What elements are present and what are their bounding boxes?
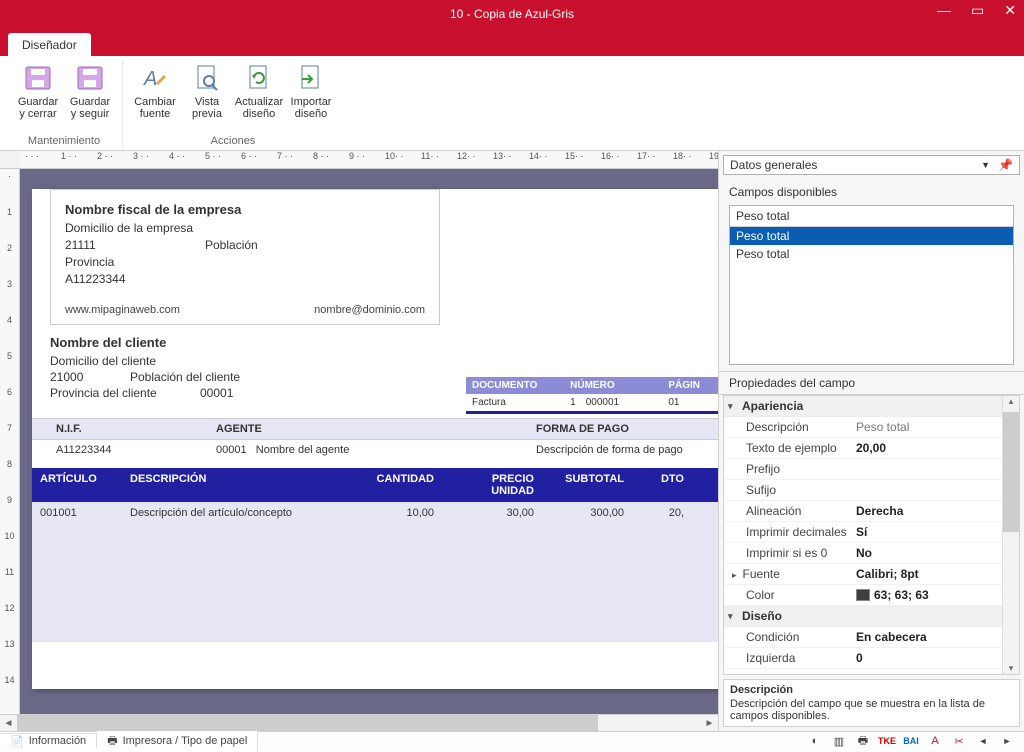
status-icon[interactable]: TKE (878, 734, 896, 748)
vertical-ruler[interactable]: ·1234567891011121314 (0, 169, 20, 714)
preview-button[interactable]: Vista previa (181, 60, 233, 122)
horizontal-scrollbar[interactable]: ◄ ► (0, 714, 718, 731)
company-email: nombre@dominio.com (314, 304, 425, 316)
company-name: Nombre fiscal de la empresa (65, 202, 425, 217)
document-icon: 📄 (10, 735, 24, 748)
properties-scrollbar[interactable] (1002, 396, 1019, 674)
save-continue-button[interactable]: Guardar y seguir (64, 60, 116, 122)
status-icon[interactable]: BAI (902, 734, 920, 748)
ribbon-group-mantenimiento: Mantenimiento (28, 135, 100, 150)
field-item[interactable]: Peso total (730, 227, 1013, 245)
properties-panel: Datos generales ▼ 📌 Campos disponibles P… (719, 151, 1024, 731)
scroll-right-icon[interactable]: ► (701, 718, 718, 729)
field-item[interactable]: Peso total (730, 245, 1013, 263)
ribbon-group-acciones: Acciones (211, 135, 256, 150)
property-description-box: Descripción Descripción del campo que se… (723, 679, 1020, 727)
ribbon: Guardar y cerrar Guardar y seguir Manten… (0, 56, 1024, 151)
tab-designer[interactable]: Diseñador (8, 33, 91, 56)
close-button[interactable]: ✕ (1000, 2, 1020, 19)
status-icon[interactable]: ▥ (830, 734, 848, 748)
chevron-right-icon[interactable]: ▸ (732, 570, 737, 580)
status-icon[interactable]: ✂ (950, 734, 968, 748)
properties-grid[interactable]: ▾Apariencia DescripciónPeso total Texto … (723, 395, 1020, 675)
document-header[interactable]: DOCUMENTO NÚMERO PÁGIN Factura 1000001 0… (466, 377, 718, 414)
status-tab-printer[interactable]: 🖶 Impresora / Tipo de papel (97, 730, 258, 752)
category-apariencia[interactable]: ▾Apariencia (724, 396, 1019, 417)
scroll-left-icon[interactable]: ◄ (0, 718, 17, 729)
canvas[interactable]: Nombre fiscal de la empresa Domicilio de… (20, 169, 718, 714)
window-title: 10 - Copia de Azul-Gris (450, 7, 574, 21)
save-continue-icon (74, 62, 106, 94)
fields-search-input[interactable]: Peso total (730, 206, 1013, 227)
report-page[interactable]: Nombre fiscal de la empresa Domicilio de… (32, 189, 718, 689)
import-icon (295, 62, 327, 94)
field-properties-title: Propiedades del campo (719, 371, 1024, 395)
change-font-button[interactable]: A Cambiar fuente (129, 60, 181, 122)
panel-dropdown[interactable]: Datos generales ▼ 📌 (723, 155, 1020, 175)
printer-icon: 🖶 (107, 732, 117, 751)
company-block[interactable]: Nombre fiscal de la empresa Domicilio de… (50, 189, 440, 325)
status-tab-info[interactable]: 📄 Información (0, 733, 97, 749)
dropdown-chevron-icon: ▼ (981, 160, 990, 170)
refresh-icon (243, 62, 275, 94)
status-bar: 📄 Información 🖶 Impresora / Tipo de pape… (0, 731, 1024, 750)
info-bar[interactable]: N.I.F. AGENTE FORMA DE PAGO A11223344 00… (32, 418, 718, 460)
preview-icon (191, 62, 223, 94)
line-items-table[interactable]: ARTÍCULO DESCRIPCIÓN CANTIDAD PRECIO UNI… (32, 468, 718, 642)
ribbon-tab-row: Diseñador (0, 28, 1024, 56)
save-close-button[interactable]: Guardar y cerrar (12, 60, 64, 122)
title-bar: 10 - Copia de Azul-Gris — ▭ ✕ (0, 0, 1024, 28)
color-swatch (856, 589, 870, 601)
minimize-button[interactable]: — (933, 2, 955, 19)
table-row[interactable]: 001001 Descripción del artículo/concepto… (32, 502, 718, 642)
scroll-thumb[interactable] (17, 715, 598, 731)
category-diseno[interactable]: ▾Diseño (724, 606, 1019, 627)
pin-icon[interactable]: 📌 (998, 158, 1013, 172)
chevron-down-icon: ▾ (728, 611, 742, 622)
status-icon[interactable]: A (926, 734, 944, 748)
company-web: www.mipaginaweb.com (65, 304, 180, 316)
available-fields-box: Peso total Peso total Peso total (729, 205, 1014, 365)
scroll-right-icon[interactable]: ► (998, 734, 1016, 748)
status-icon[interactable]: ◐ (806, 734, 824, 748)
import-design-button[interactable]: Importar diseño (285, 60, 337, 122)
scroll-left-icon[interactable]: ◄ (974, 734, 992, 748)
horizontal-ruler[interactable]: · · ·1 · ·2 · ·3 · ·4 · ·5 · ·6 · ·7 · ·… (20, 151, 718, 169)
save-close-icon (22, 62, 54, 94)
svg-text:A: A (143, 68, 157, 90)
design-surface: · · ·1 · ·2 · ·3 · ·4 · ·5 · ·6 · ·7 · ·… (0, 151, 719, 731)
available-fields-title: Campos disponibles (719, 179, 1024, 203)
status-icon[interactable]: 🖶 (854, 734, 872, 748)
refresh-design-button[interactable]: Actualizar diseño (233, 60, 285, 122)
ruler-corner (0, 151, 20, 169)
font-icon: A (139, 62, 171, 94)
maximize-button[interactable]: ▭ (967, 2, 988, 19)
chevron-down-icon: ▾ (728, 401, 742, 412)
